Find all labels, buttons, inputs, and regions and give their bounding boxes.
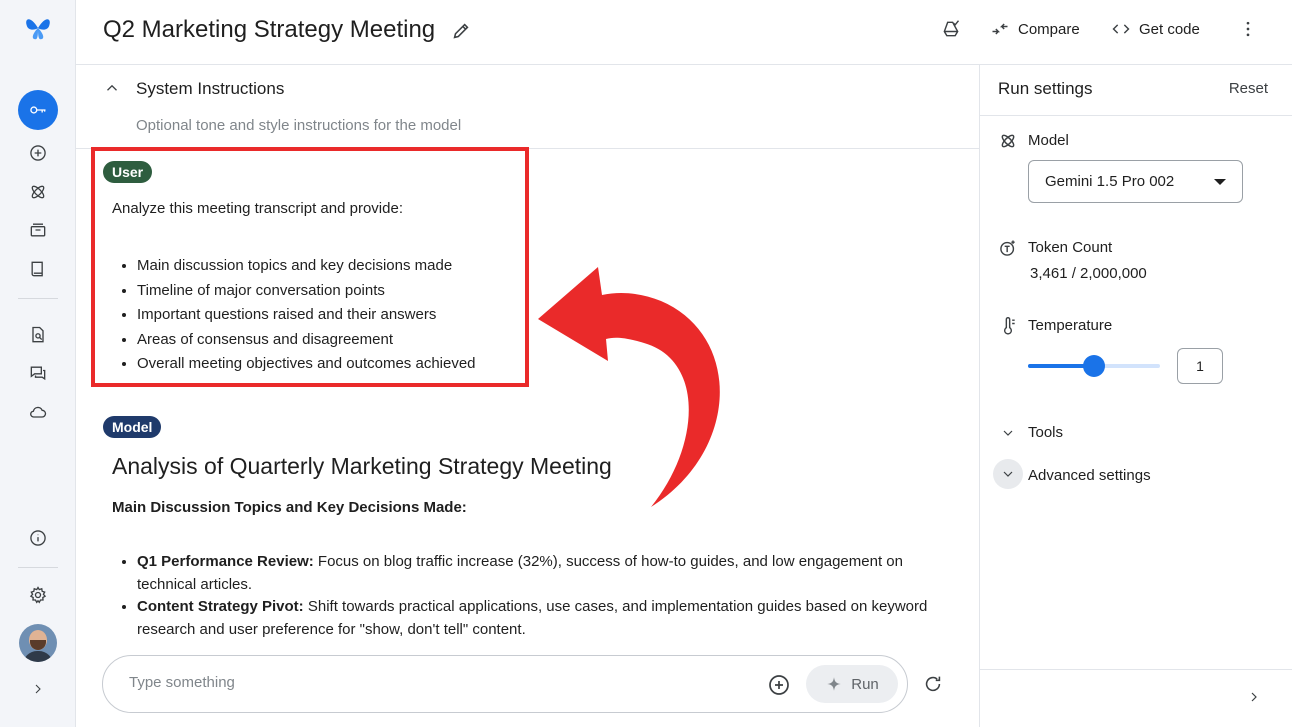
cloud-icon[interactable]: [20, 394, 56, 430]
item-heading: Q1 Performance Review:: [137, 553, 314, 570]
drive-save-icon[interactable]: [941, 19, 961, 39]
collapse-chevron-up-icon[interactable]: [103, 79, 121, 97]
advanced-chevron-down-icon[interactable]: [993, 459, 1023, 489]
reset-button[interactable]: Reset: [1229, 80, 1268, 97]
more-options-icon[interactable]: [1238, 19, 1258, 39]
thermometer-icon: [998, 316, 1018, 336]
code-brackets-icon: [1112, 24, 1130, 34]
advanced-settings-label[interactable]: Advanced settings: [1028, 467, 1151, 484]
panel-divider: [980, 115, 1292, 116]
dropdown-caret-icon: [1214, 179, 1226, 185]
model-atom-icon: [998, 131, 1018, 151]
system-instructions-input[interactable]: Optional tone and style instructions for…: [136, 117, 461, 134]
compare-icon: [992, 23, 1008, 35]
page-title[interactable]: Q2 Marketing Strategy Meeting: [103, 16, 435, 44]
app-logo-icon[interactable]: [20, 10, 56, 46]
top-header: Q2 Marketing Strategy Meeting Compare Ge…: [76, 0, 1292, 65]
run-settings-title: Run settings: [998, 79, 1093, 98]
token-count-label: Token Count: [1028, 239, 1113, 256]
chat-forum-icon[interactable]: [20, 355, 56, 391]
get-code-label: Get code: [1139, 20, 1200, 38]
highlight-box: [91, 147, 529, 387]
model-select-value: Gemini 1.5 Pro 002: [1045, 173, 1175, 190]
sparkle-icon: [827, 677, 841, 691]
composer-bar: Run: [102, 655, 908, 713]
chevron-right-icon[interactable]: [1246, 689, 1262, 705]
model-atom-icon[interactable]: [20, 174, 56, 210]
chat-area: System Instructions Optional tone and st…: [76, 65, 979, 727]
temperature-input[interactable]: 1: [1177, 348, 1223, 384]
prompt-input[interactable]: [129, 674, 729, 691]
info-icon[interactable]: [20, 520, 56, 556]
model-label: Model: [1028, 132, 1069, 149]
system-instructions-title[interactable]: System Instructions: [136, 79, 284, 99]
new-prompt-icon[interactable]: [20, 135, 56, 171]
compare-label: Compare: [1018, 20, 1080, 38]
run-button[interactable]: Run: [806, 665, 898, 703]
rail-divider: [18, 567, 58, 568]
left-nav-rail: [0, 0, 76, 727]
response-list: Q1 Performance Review: Focus on blog tra…: [137, 551, 957, 641]
model-select[interactable]: Gemini 1.5 Pro 002: [1028, 160, 1243, 203]
response-subtitle: Main Discussion Topics and Key Decisions…: [112, 499, 467, 516]
api-key-icon[interactable]: [18, 90, 58, 130]
library-archive-icon[interactable]: [20, 212, 56, 248]
token-count-icon: [998, 238, 1018, 258]
settings-gear-icon[interactable]: [20, 577, 56, 613]
expand-rail-chevron-icon[interactable]: [20, 671, 56, 707]
response-title: Analysis of Quarterly Marketing Strategy…: [112, 453, 612, 479]
edit-pencil-icon[interactable]: [450, 20, 472, 42]
user-avatar[interactable]: [19, 624, 57, 662]
slider-thumb[interactable]: [1083, 355, 1105, 377]
docs-book-icon[interactable]: [20, 251, 56, 287]
list-item: Content Strategy Pivot: Shift towards pr…: [137, 596, 957, 641]
refresh-icon[interactable]: [922, 673, 944, 695]
tools-label[interactable]: Tools: [1028, 424, 1063, 441]
token-count-value: 3,461 / 2,000,000: [1030, 265, 1147, 282]
doc-search-icon[interactable]: [20, 317, 56, 353]
panel-divider: [980, 669, 1292, 670]
list-item: Q1 Performance Review: Focus on blog tra…: [137, 551, 957, 596]
add-media-icon[interactable]: [767, 673, 791, 697]
run-label: Run: [851, 675, 879, 693]
system-instructions-panel: System Instructions Optional tone and st…: [76, 65, 979, 149]
item-heading: Content Strategy Pivot:: [137, 598, 304, 615]
tools-chevron-down-icon[interactable]: [1000, 425, 1016, 441]
get-code-button[interactable]: Get code: [1111, 19, 1200, 39]
run-settings-panel: Run settings Reset Model Gemini 1.5 Pro …: [979, 65, 1292, 727]
compare-button[interactable]: Compare: [990, 19, 1080, 39]
temperature-slider[interactable]: [1028, 355, 1160, 377]
temperature-label: Temperature: [1028, 317, 1113, 334]
rail-divider: [18, 298, 58, 299]
model-role-chip: Model: [103, 416, 162, 438]
